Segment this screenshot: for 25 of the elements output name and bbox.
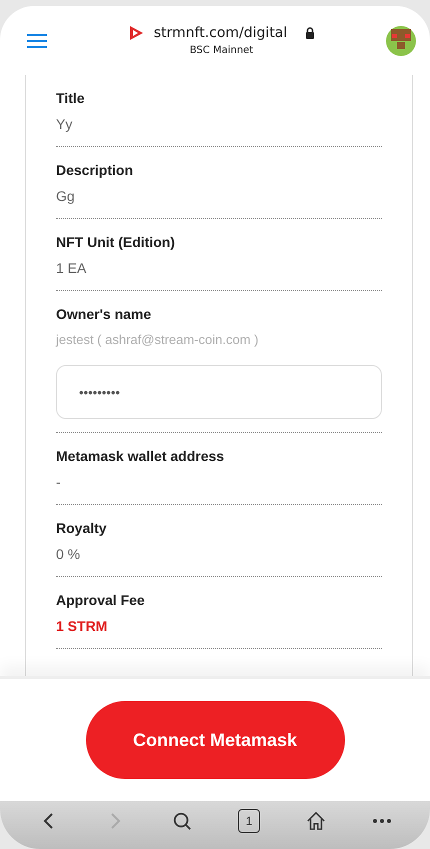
field-label: Metamask wallet address <box>56 447 226 465</box>
field-value: - <box>56 473 62 491</box>
home-icon[interactable] <box>306 811 326 831</box>
password-field[interactable]: ••••••••• <box>56 365 382 419</box>
field-value: Gg <box>56 187 76 205</box>
field-label: Title <box>56 89 86 107</box>
field-value: 0 % <box>56 545 82 563</box>
field-label: Owner's name <box>56 305 152 323</box>
connect-button[interactable]: Connect Metamask <box>86 701 344 779</box>
field-label: Royalty <box>56 519 108 537</box>
field-value: Yy <box>56 115 74 133</box>
field-value: jestest ( ashraf@stream-coin.com ) <box>56 331 260 349</box>
menu-icon[interactable] <box>27 34 47 48</box>
tabs-button[interactable]: 1 <box>238 809 260 833</box>
triangle-logo-icon <box>128 25 144 41</box>
avatar-icon[interactable] <box>386 26 416 56</box>
field-label: NFT Unit (Edition) <box>56 233 176 251</box>
field-label: Approval Fee <box>56 591 146 609</box>
search-icon[interactable] <box>172 811 192 831</box>
field-label: Description <box>56 161 134 179</box>
field-value: 1 STRM <box>56 617 108 635</box>
field-value: 1 EA <box>56 259 88 277</box>
more-icon[interactable] <box>372 819 391 823</box>
network-name: BSC Mainnet <box>190 45 254 56</box>
page-url: strmnft.com/digital <box>154 25 288 41</box>
